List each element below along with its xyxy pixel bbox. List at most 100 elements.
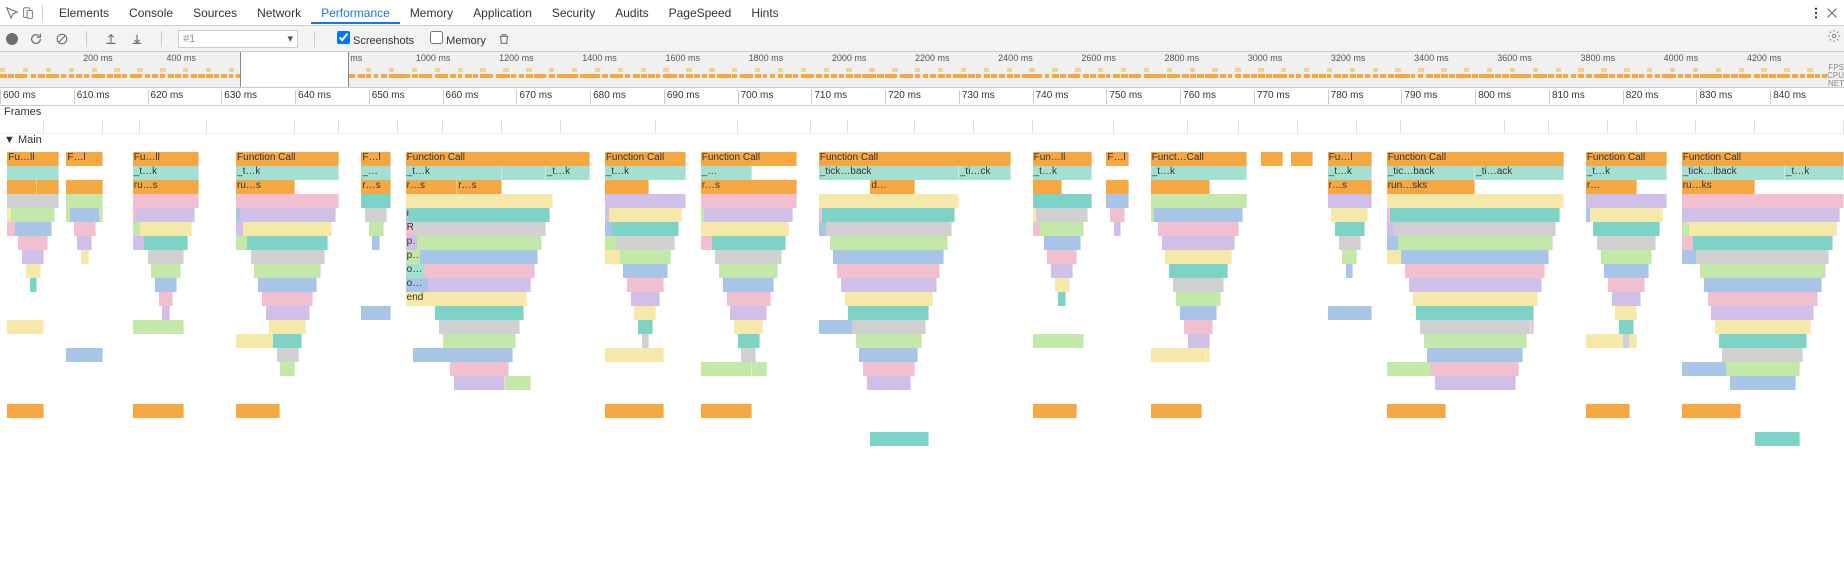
flame-block[interactable]	[1704, 278, 1822, 292]
tab-hints[interactable]: Hints	[741, 2, 788, 24]
frame-slice[interactable]	[1549, 120, 1608, 133]
flame-block[interactable]	[1184, 320, 1214, 334]
flame-block[interactable]	[1715, 320, 1811, 334]
flame-block[interactable]: Function Call	[406, 152, 590, 166]
flame-block[interactable]	[133, 404, 185, 418]
flame-block[interactable]	[837, 264, 940, 278]
flame-block[interactable]	[1387, 404, 1446, 418]
flame-block[interactable]	[819, 194, 959, 208]
time-ruler[interactable]: 600 ms610 ms620 ms630 ms640 ms650 ms660 …	[0, 88, 1844, 106]
flame-block[interactable]	[841, 278, 937, 292]
flame-block[interactable]	[66, 194, 103, 208]
flame-block[interactable]	[7, 404, 44, 418]
flame-block[interactable]	[620, 250, 672, 264]
flame-block[interactable]	[262, 292, 314, 306]
flame-block[interactable]	[1612, 292, 1642, 306]
flame-block[interactable]	[1615, 306, 1637, 320]
flame-block[interactable]	[859, 348, 918, 362]
flame-block[interactable]	[243, 222, 332, 236]
flame-block[interactable]	[372, 236, 379, 250]
flame-block[interactable]	[254, 264, 320, 278]
flame-block[interactable]	[704, 208, 793, 222]
frame-slice[interactable]	[1637, 120, 1696, 133]
flame-block[interactable]	[822, 208, 955, 222]
frame-slice[interactable]	[443, 120, 502, 133]
flame-block[interactable]	[1176, 292, 1220, 306]
frame-slice[interactable]	[811, 120, 848, 133]
flame-block[interactable]	[280, 362, 295, 376]
flame-block[interactable]	[1114, 222, 1121, 236]
flame-block[interactable]	[1044, 236, 1081, 250]
tab-application[interactable]: Application	[463, 2, 542, 24]
frame-slice[interactable]	[1505, 120, 1549, 133]
flame-block[interactable]	[1346, 264, 1353, 278]
tab-memory[interactable]: Memory	[400, 2, 463, 24]
flame-block[interactable]	[66, 180, 103, 194]
flame-block[interactable]	[18, 236, 48, 250]
frame-slice[interactable]	[207, 120, 296, 133]
flame-block[interactable]	[1051, 264, 1073, 278]
tab-pagespeed[interactable]: PageSpeed	[659, 2, 742, 24]
overview-selection[interactable]	[240, 52, 349, 87]
flame-block[interactable]: ru…s	[236, 180, 295, 194]
flame-block[interactable]	[1173, 278, 1225, 292]
flame-block[interactable]	[1261, 152, 1283, 166]
flame-block[interactable]	[738, 334, 760, 348]
flame-block[interactable]	[1394, 222, 1556, 236]
flame-block[interactable]	[723, 278, 775, 292]
flame-block[interactable]: F…l	[66, 152, 103, 166]
flame-block[interactable]: _t…k	[1586, 166, 1667, 180]
flame-block[interactable]	[1033, 194, 1092, 208]
flame-block[interactable]	[1416, 306, 1534, 320]
flame-block[interactable]	[856, 334, 922, 348]
flame-block[interactable]	[701, 404, 753, 418]
flame-block[interactable]	[15, 222, 52, 236]
flame-block[interactable]	[631, 292, 661, 306]
flame-block[interactable]	[1339, 236, 1361, 250]
flame-block[interactable]: _ti…ack	[1475, 166, 1564, 180]
flame-block[interactable]: r…s	[457, 180, 501, 194]
flame-block[interactable]	[1162, 236, 1236, 250]
screenshots-checkbox[interactable]	[337, 31, 350, 44]
flame-block[interactable]	[701, 362, 767, 376]
frame-slice[interactable]	[44, 120, 103, 133]
flame-block[interactable]	[826, 222, 951, 236]
flame-block[interactable]: _…	[701, 166, 753, 180]
flame-block[interactable]	[435, 306, 524, 320]
flame-block[interactable]	[428, 278, 531, 292]
flame-block[interactable]: d…	[870, 180, 914, 194]
flame-block[interactable]	[417, 236, 542, 250]
flame-block[interactable]: _t…k	[605, 166, 686, 180]
frame-slice[interactable]	[974, 120, 1033, 133]
record-button[interactable]	[6, 33, 18, 45]
flame-block[interactable]	[1593, 222, 1659, 236]
flame-block[interactable]	[1431, 362, 1520, 376]
flame-block[interactable]	[642, 334, 649, 348]
flame-block[interactable]	[701, 194, 797, 208]
flame-block[interactable]	[30, 278, 37, 292]
overview-panel[interactable]: 200 ms400 ms600 ms800 ms1000 ms1200 ms14…	[0, 52, 1844, 88]
flame-block[interactable]	[1401, 250, 1549, 264]
flame-block[interactable]: _t…k	[546, 166, 590, 180]
flame-block[interactable]	[1055, 278, 1070, 292]
tab-sources[interactable]: Sources	[183, 2, 247, 24]
flame-block[interactable]	[1586, 404, 1630, 418]
flame-block[interactable]: _t…k	[1785, 166, 1844, 180]
flame-block[interactable]	[1427, 348, 1523, 362]
flame-block[interactable]	[1722, 348, 1803, 362]
frame-slice[interactable]	[561, 120, 657, 133]
frame-slice[interactable]	[339, 120, 398, 133]
flame-block[interactable]	[22, 250, 44, 264]
flame-block[interactable]	[1188, 334, 1210, 348]
flame-block[interactable]	[612, 222, 678, 236]
flame-block[interactable]	[1058, 292, 1065, 306]
flame-block[interactable]	[1755, 432, 1799, 446]
flame-block[interactable]	[848, 306, 929, 320]
flame-block[interactable]: r…s	[701, 180, 797, 194]
flame-block[interactable]	[1040, 222, 1084, 236]
frame-slice[interactable]	[295, 120, 339, 133]
flame-block[interactable]	[830, 236, 948, 250]
flame-block[interactable]	[1335, 222, 1365, 236]
flame-block[interactable]	[1291, 152, 1313, 166]
flame-block[interactable]	[1409, 278, 1542, 292]
